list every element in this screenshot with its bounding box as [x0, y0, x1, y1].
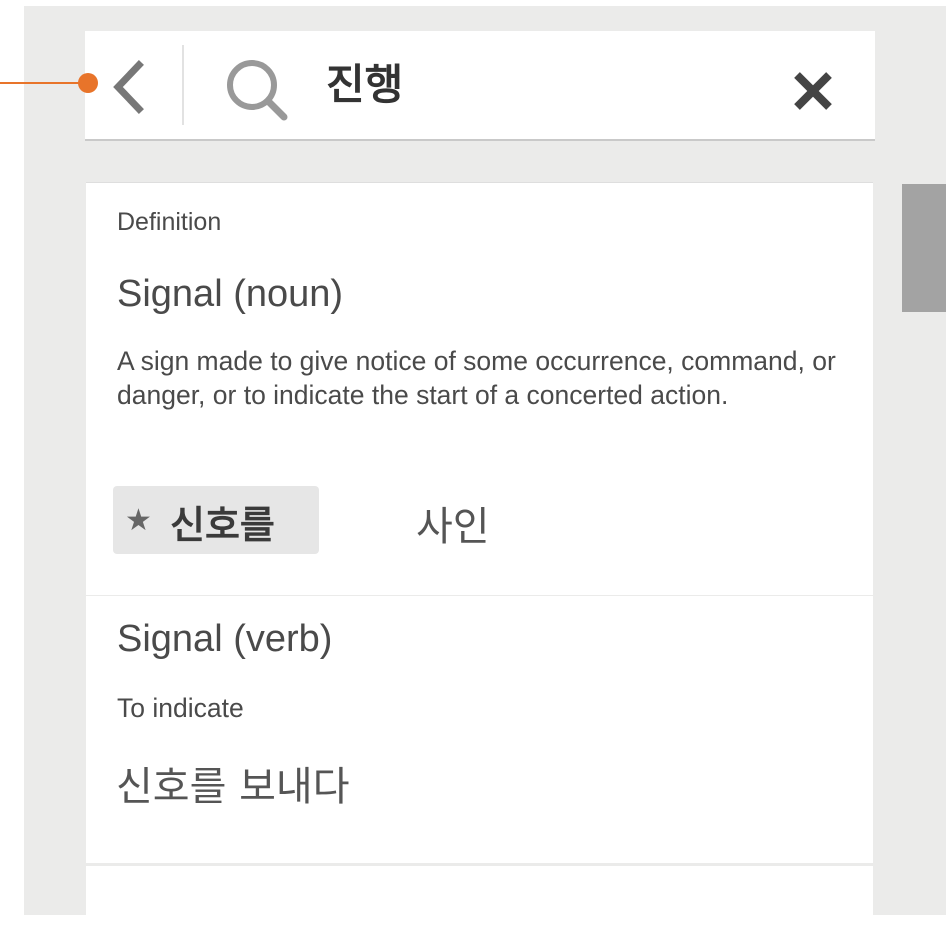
alternate-translation[interactable]: 사인 — [416, 494, 490, 552]
entry-title: Signal (verb) — [117, 618, 333, 660]
favorite-translation-chip[interactable]: ★ 신호를 — [113, 486, 319, 554]
search-bar-divider — [182, 45, 184, 125]
definition-card: Signal (verb) To indicate 신호를 보내다 — [86, 596, 873, 863]
search-icon — [227, 60, 288, 121]
next-result-card — [86, 866, 873, 915]
back-button[interactable] — [85, 31, 181, 139]
annotation-dot — [78, 73, 98, 93]
section-label: Definition — [117, 208, 222, 236]
annotation-line — [0, 82, 86, 84]
definition-card: Definition Signal (noun) A sign made to … — [86, 182, 873, 595]
entry-description: A sign made to give notice of some occur… — [117, 346, 836, 410]
entry-title: Signal (noun) — [117, 273, 344, 315]
primary-translation: 신호를 — [170, 503, 275, 547]
chevron-left-icon — [113, 60, 144, 114]
star-icon: ★ — [125, 503, 152, 538]
translation[interactable]: 신호를 보내다 — [116, 754, 350, 812]
search-query[interactable]: 진행 — [326, 55, 403, 115]
scrollbar-thumb[interactable] — [902, 184, 946, 312]
close-icon — [794, 72, 832, 110]
search-bar: 진행 — [85, 31, 875, 139]
clear-search-button[interactable] — [783, 61, 843, 121]
entry-description: To indicate — [117, 693, 244, 723]
app-screen: 진행 Definition Signal (noun) A sign made … — [24, 6, 946, 915]
